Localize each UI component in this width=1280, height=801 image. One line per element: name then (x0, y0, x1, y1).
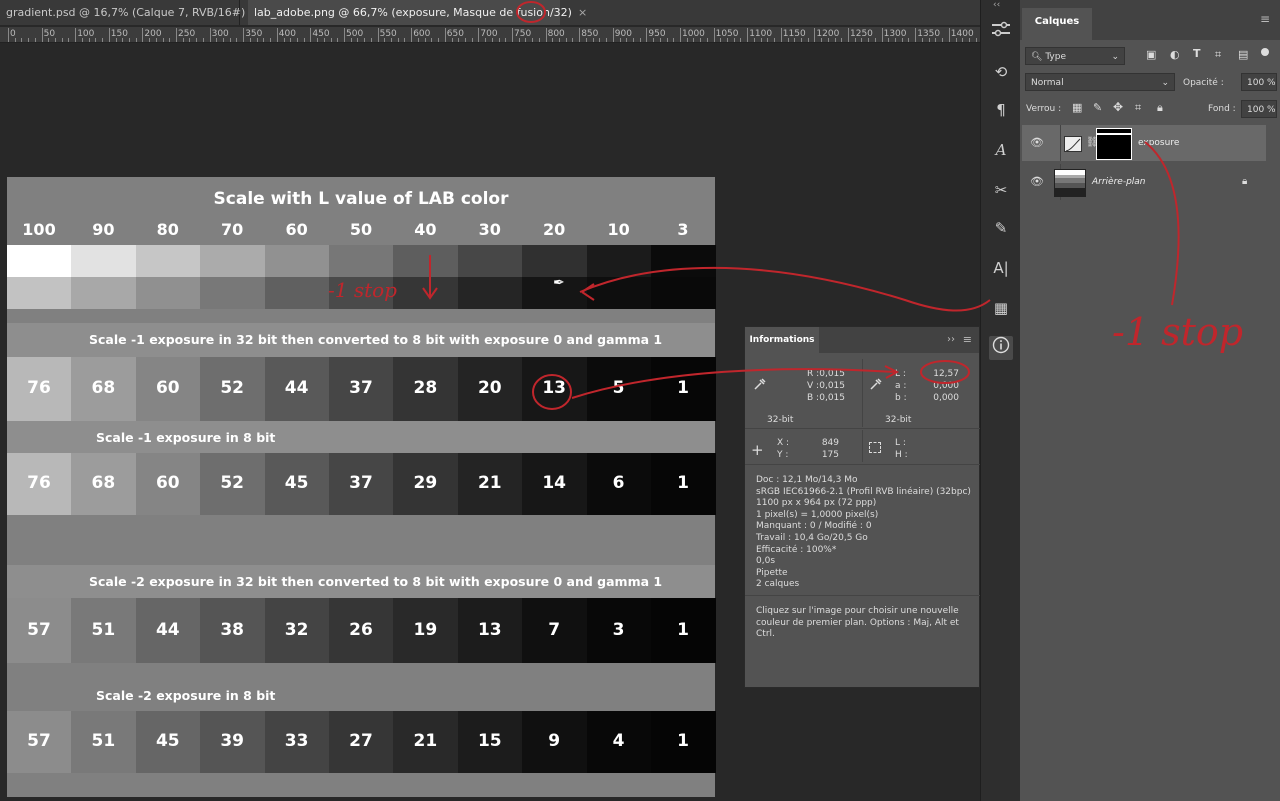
l-value-circle-mark (921, 361, 969, 383)
down-arrow-mark (423, 255, 437, 298)
stop-annotation-layers: -1 stop (1112, 310, 1243, 354)
red-annotations-overlay (0, 0, 1280, 801)
tab-circle-mark (517, 2, 545, 22)
arrow-to-eyedropper-mark (580, 268, 990, 311)
arrow-to-info-mark (572, 366, 897, 398)
value-circle-mark (533, 375, 571, 409)
stop-annotation-doc: -1 stop (328, 278, 397, 302)
layer-line-mark (1145, 142, 1179, 305)
